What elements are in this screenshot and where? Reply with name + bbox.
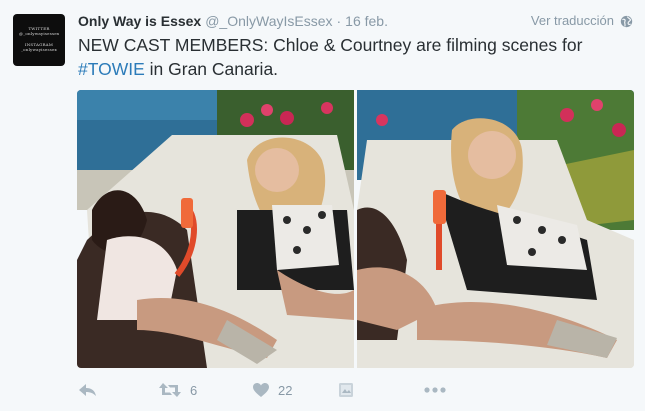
reply-button[interactable] [78,378,158,402]
retweet-count: 6 [190,382,198,398]
translate-link[interactable]: Ver traducción [531,12,633,30]
globe-icon [620,15,633,27]
avatar-text-instagram-handle: _onlywayisessex [20,47,58,52]
tweet-text-main: NEW CAST MEMBERS: Chloe & Courtney are f… [78,35,583,55]
hashtag-link[interactable]: #TOWIE [78,59,145,79]
timestamp-link[interactable]: 16 feb. [345,13,388,29]
tweet-actions: 6 22 [78,378,446,402]
photo-right[interactable] [357,90,634,368]
tweet-text-end: in Gran Canaria. [144,59,279,79]
photo-button[interactable] [338,378,424,402]
media-grid [77,90,634,368]
avatar[interactable]: TWITTER @_onlywayisessex INSTAGRAM _only… [13,14,65,66]
translate-label: Ver traducción [530,13,614,28]
heart-icon [253,383,269,397]
tweet-text: NEW CAST MEMBERS: Chloe & Courtney are f… [78,33,628,81]
like-button[interactable]: 22 [252,378,338,402]
display-name[interactable]: Only Way is Essex [78,13,201,29]
reply-icon [79,384,96,396]
tweet-header: Only Way is Essex @_OnlyWayIsEssex · 16 feb… [78,12,388,30]
retweet-button[interactable]: 6 [158,378,252,402]
photo-icon [339,383,353,397]
separator-dot: · [336,13,342,29]
like-count: 22 [278,382,293,398]
retweet-icon [159,383,181,397]
photo-left[interactable] [77,90,354,368]
more-button[interactable] [424,378,446,402]
more-icon [424,387,446,393]
tweet[interactable]: TWITTER @_onlywayisessex INSTAGRAM _only… [0,0,645,411]
screen-name[interactable]: @_OnlyWayIsEssex [205,13,332,29]
avatar-text-twitter-handle: @_onlywayisessex [19,31,59,36]
